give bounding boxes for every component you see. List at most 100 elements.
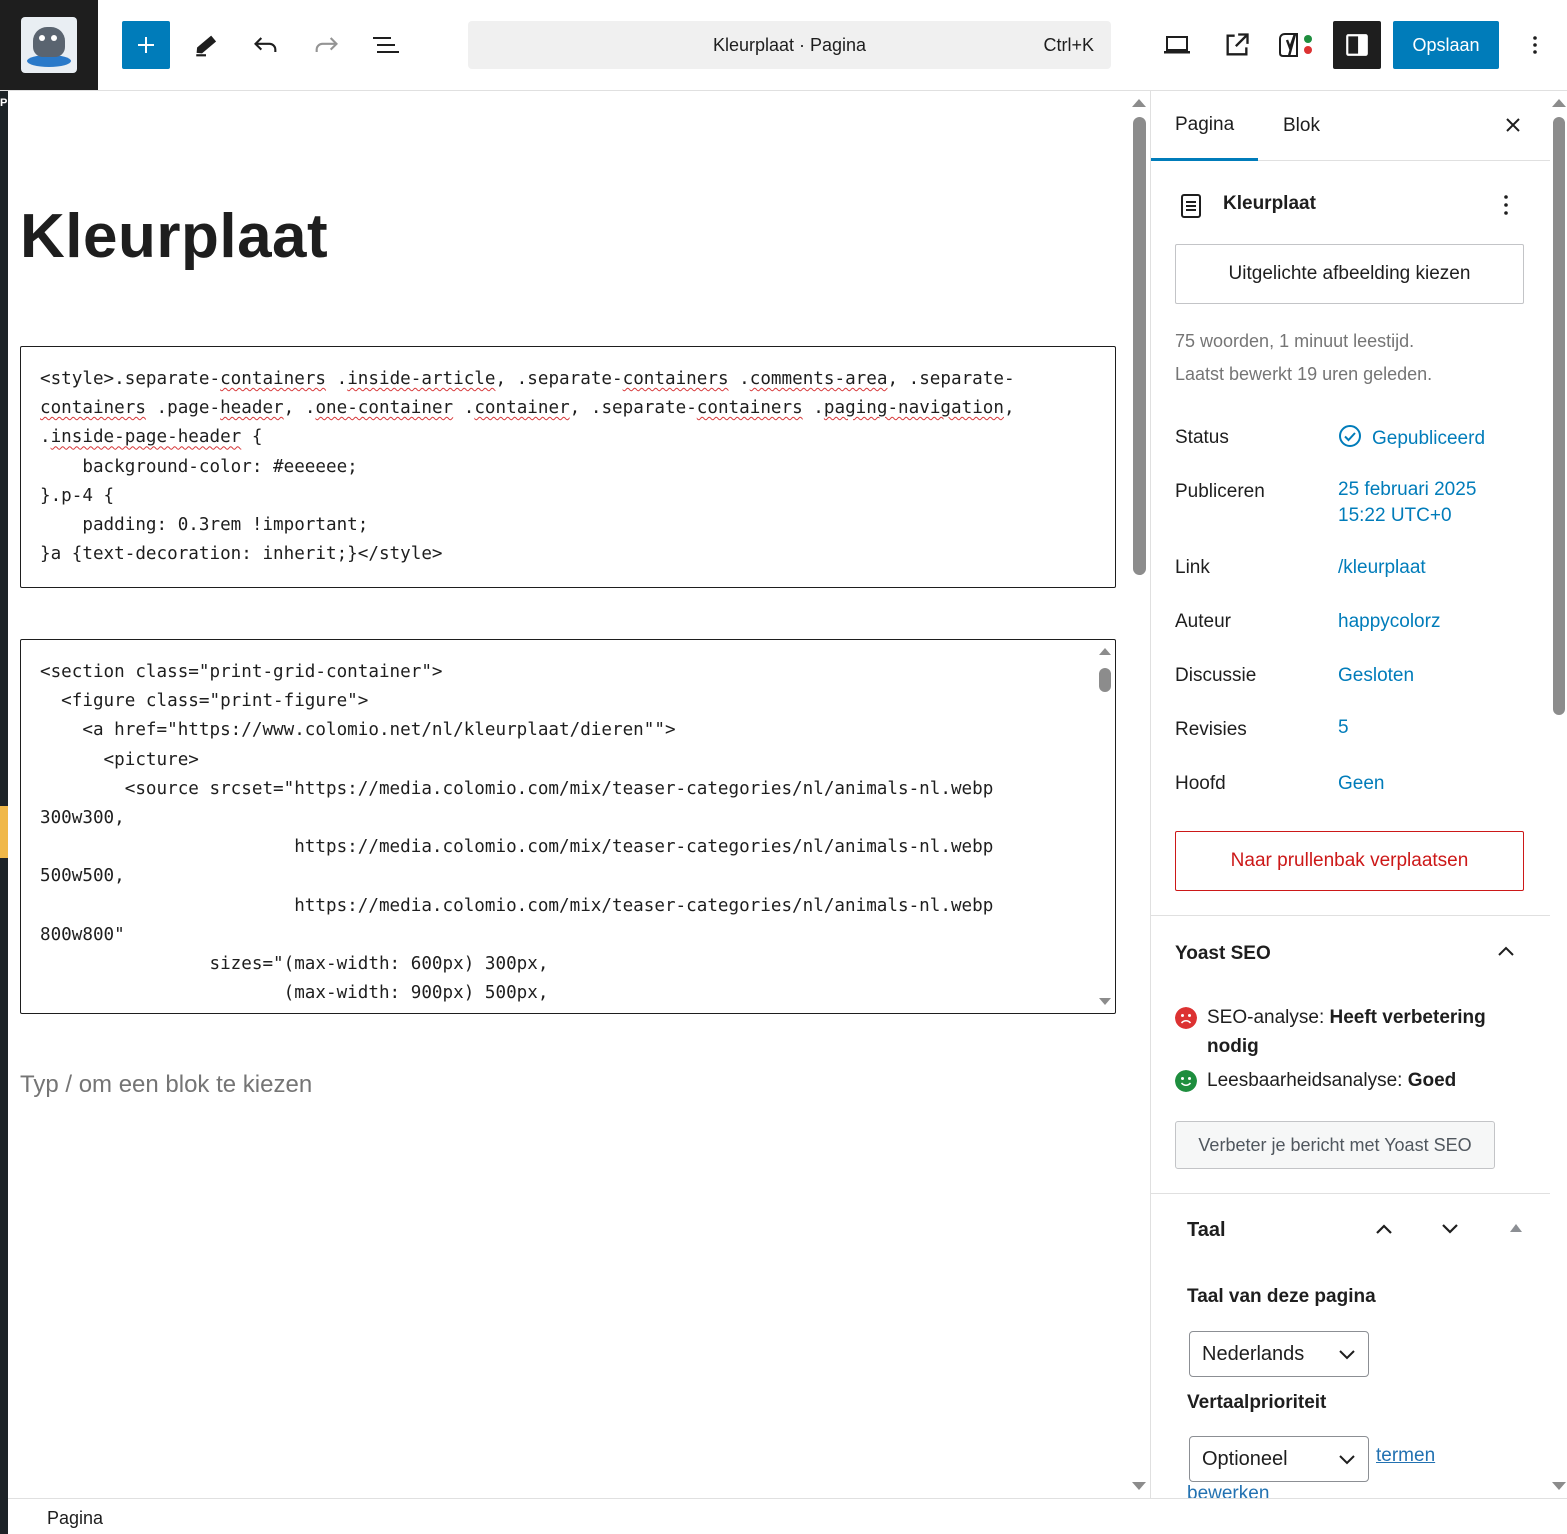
more-vertical-icon (1533, 36, 1537, 54)
admin-menu-strip[interactable]: PPPSRDPD[ECVmEDEshNEWEDrJyr (0, 90, 8, 1534)
yoast-button[interactable] (1273, 21, 1321, 69)
status-value[interactable]: Gepubliceerd (1338, 424, 1485, 452)
code-text: , .separate- (569, 398, 697, 419)
parent-value[interactable]: Geen (1338, 771, 1384, 797)
author-value[interactable]: happycolorz (1338, 609, 1440, 635)
yoast-panel-title[interactable]: Yoast SEO (1175, 943, 1271, 965)
published-check-icon (1339, 425, 1361, 447)
block-appender-placeholder[interactable]: Typ / om een blok te kiezen (20, 1071, 312, 1099)
edit-terms-link-continued[interactable]: bewerken (1187, 1483, 1269, 1498)
page-icon (1181, 194, 1201, 218)
code-text: <style>.separate- (40, 369, 221, 389)
scroll-up-arrow[interactable] (1552, 99, 1566, 107)
status-text: Gepubliceerd (1372, 428, 1486, 449)
discussion-value[interactable]: Gesloten (1338, 663, 1414, 689)
scroll-thumb[interactable] (1133, 117, 1146, 575)
view-page-button[interactable] (1213, 21, 1261, 69)
html-block-style[interactable]: <style>.separate-containers .inside-arti… (20, 346, 1116, 588)
sidebar-scrollbar[interactable] (1550, 91, 1567, 1498)
translation-priority-select[interactable]: Optioneel (1189, 1436, 1369, 1482)
publish-time: 15:22 UTC+0 (1338, 505, 1452, 526)
spellcheck-word: inside-page-header (50, 427, 242, 448)
device-preview-button[interactable] (1153, 21, 1201, 69)
tab-pagina[interactable]: Pagina (1151, 91, 1259, 161)
move-to-trash-button[interactable]: Naar prullenbak verplaatsen (1175, 831, 1524, 891)
spellcheck-word: comments-area (749, 369, 888, 389)
code-text: }a {text-decoration: inherit;}</style> (40, 544, 443, 565)
revisions-label: Revisies (1175, 719, 1247, 740)
seo-analysis-label: SEO-analyse: (1207, 1007, 1330, 1028)
site-logo-button[interactable] (0, 0, 98, 90)
editor-canvas[interactable]: Kleurplaat <style>.separate-containers .… (8, 91, 1150, 1498)
revisions-value[interactable]: 5 (1338, 715, 1349, 741)
code-text: .page- (145, 398, 221, 419)
yoast-icon (1279, 33, 1312, 57)
page-language-select[interactable]: Nederlands (1189, 1331, 1369, 1377)
status-label: Status (1175, 427, 1229, 448)
close-sidebar-button[interactable] (1501, 113, 1525, 137)
code-content[interactable]: <section class="print-grid-container"> <… (40, 658, 993, 1008)
readability-label: Leesbaarheidsanalyse: (1207, 1070, 1408, 1091)
tab-blok[interactable]: Blok (1283, 91, 1320, 161)
scroll-down-arrow[interactable] (1099, 998, 1111, 1005)
command-palette-bar[interactable]: Kleurplaat · Pagina Ctrl+K (468, 21, 1111, 69)
sidebar-icon (1346, 34, 1368, 56)
last-edited: Laatst bewerkt 19 uren geleden. (1175, 364, 1433, 384)
scroll-up-arrow[interactable] (1099, 648, 1111, 655)
link-value[interactable]: /kleurplaat (1338, 555, 1426, 581)
undo-button[interactable] (242, 21, 290, 69)
chevron-down-icon (1339, 1455, 1355, 1465)
save-button[interactable]: Opslaan (1393, 21, 1499, 69)
document-card-title: Kleurplaat (1223, 193, 1316, 214)
scroll-thumb[interactable] (1099, 668, 1111, 692)
featured-image-button[interactable]: Uitgelichte afbeelding kiezen (1175, 244, 1524, 304)
shortcut-hint: Ctrl+K (1043, 35, 1094, 55)
pencil-icon (196, 35, 217, 57)
page-title[interactable]: Kleurplaat (20, 201, 328, 272)
document-overview-button[interactable] (362, 21, 410, 69)
code-content[interactable]: <style>.separate-containers .inside-arti… (40, 365, 1015, 569)
breadcrumb-item[interactable]: Pagina (47, 1508, 103, 1529)
more-vertical-icon[interactable] (1494, 191, 1518, 219)
publish-date-value[interactable]: 25 februari 2025 15:22 UTC+0 (1338, 477, 1476, 529)
redo-icon (315, 37, 338, 52)
scroll-thumb[interactable] (1553, 117, 1565, 715)
code-text: , . (283, 398, 316, 419)
seo-analysis-row: SEO-analyse: Heeft verbetering nodig (1175, 1003, 1515, 1063)
close-icon (1506, 118, 1520, 132)
spellcheck-word: containers (220, 369, 327, 389)
redo-button[interactable] (302, 21, 350, 69)
readability-value: Goed (1407, 1070, 1457, 1091)
options-menu-button[interactable] (1511, 21, 1559, 69)
improve-with-yoast-button[interactable]: Verbeter je bericht met Yoast SEO (1175, 1121, 1495, 1169)
spellcheck-word: containers (696, 398, 803, 419)
author-label: Auteur (1175, 611, 1231, 632)
html-block-section[interactable]: <section class="print-grid-container"> <… (20, 639, 1116, 1014)
edit-terms-link[interactable]: termen (1376, 1445, 1435, 1467)
code-text: padding: 0.3rem !important; (40, 515, 369, 536)
tools-button[interactable] (182, 21, 230, 69)
admin-menu-highlight (0, 806, 8, 858)
triangle-up-icon[interactable] (1509, 1222, 1523, 1234)
scroll-up-arrow[interactable] (1132, 99, 1146, 107)
external-link-icon (1226, 33, 1249, 56)
spellcheck-word: containers (40, 398, 146, 419)
chevron-up-icon[interactable] (1495, 943, 1517, 961)
block-scrollbar[interactable] (1095, 640, 1115, 1013)
chevron-down-icon[interactable] (1439, 1220, 1461, 1238)
chevron-up-icon[interactable] (1373, 1220, 1395, 1238)
spellcheck-word: container (474, 398, 570, 419)
canvas-scrollbar[interactable] (1129, 91, 1150, 1498)
language-panel-title[interactable]: Taal (1187, 1219, 1226, 1242)
scroll-down-arrow[interactable] (1552, 1482, 1566, 1490)
divider (1151, 915, 1550, 916)
code-text: }.p-4 { (40, 485, 115, 506)
link-label: Link (1175, 557, 1210, 578)
spellcheck-word: paging-navigation (823, 398, 1004, 419)
spellcheck-word: containers (622, 369, 729, 389)
editor-header: Kleurplaat · Pagina Ctrl+K Opslaan (0, 0, 1567, 91)
smile-face-icon (1175, 1070, 1197, 1092)
settings-sidebar-toggle[interactable] (1333, 21, 1381, 69)
add-block-button[interactable] (122, 21, 170, 69)
scroll-down-arrow[interactable] (1132, 1482, 1146, 1490)
